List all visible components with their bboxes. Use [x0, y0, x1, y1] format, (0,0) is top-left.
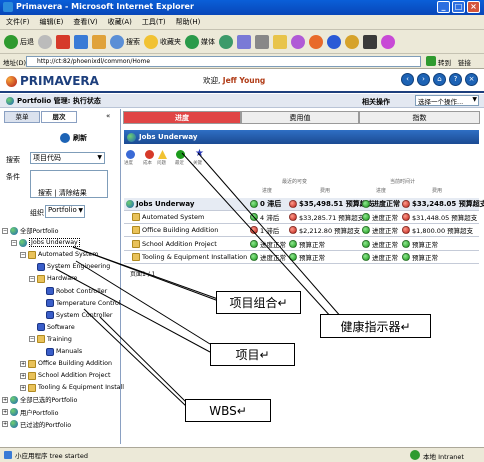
callout-project: 项目↵	[210, 343, 295, 366]
callout-portfolio: 项目组合↵	[216, 291, 301, 314]
applet-icon	[4, 451, 12, 459]
callout-wbs: WBS↵	[185, 399, 271, 422]
intranet-zone-icon	[410, 450, 420, 460]
callout-lines	[55, 152, 343, 407]
status-text: 小应用程序 tree started	[15, 452, 88, 460]
zone-text: 本地 Intranet	[423, 453, 464, 461]
callout-health-indicator: 健康指示器↵	[320, 314, 431, 338]
status-bar: 小应用程序 tree started 本地 Intranet	[0, 447, 484, 462]
